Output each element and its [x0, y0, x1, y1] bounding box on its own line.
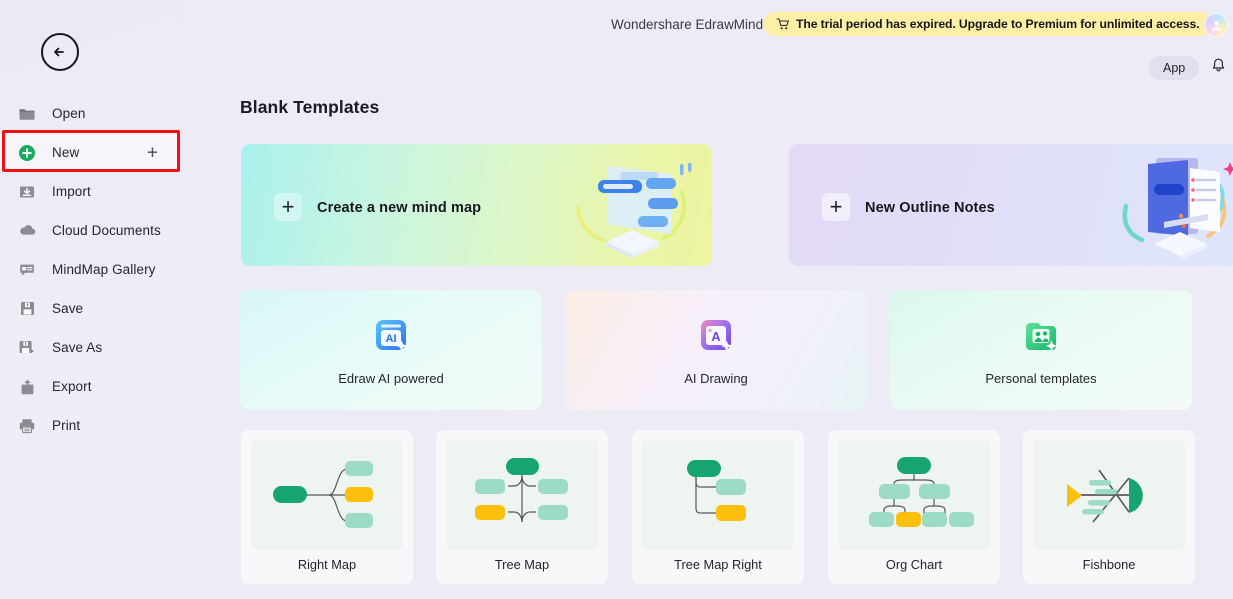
sidebar-item-cloud-documents[interactable]: Cloud Documents	[0, 211, 180, 250]
plus-icon: +	[274, 193, 302, 221]
plus-circle-icon	[17, 143, 37, 163]
printer-icon	[17, 416, 37, 436]
plus-icon: +	[822, 193, 850, 221]
sidebar-item-print[interactable]: Print	[0, 406, 180, 445]
template-card-org-chart[interactable]: Org Chart	[828, 430, 1000, 584]
sidebar-item-label: Save As	[52, 340, 103, 355]
outline-notes-illustration	[1104, 150, 1233, 262]
avatar[interactable]	[1204, 13, 1228, 37]
back-arrow-icon	[50, 42, 70, 62]
sidebar-nav-list: Open New + Import Cloud Documents MindMa…	[0, 94, 180, 445]
card-label: Create a new mind map	[317, 200, 482, 216]
right-map-thumb	[251, 440, 403, 550]
svg-text:AI: AI	[386, 333, 397, 345]
ai-drawing-card[interactable]: A AI Drawing	[565, 290, 867, 410]
save-disk-icon	[17, 299, 37, 319]
fishbone-thumb	[1033, 440, 1185, 550]
sidebar-item-save-as[interactable]: Save As	[0, 328, 180, 367]
page-title: Blank Templates	[240, 97, 380, 117]
bell-icon	[1210, 57, 1227, 79]
blank-templates-row: + Create a new mind map + New Outline No…	[240, 144, 1233, 266]
sidebar-item-open[interactable]: Open	[0, 94, 180, 133]
sidebar-item-label: MindMap Gallery	[52, 262, 156, 277]
sidebar-item-import[interactable]: Import	[0, 172, 180, 211]
back-button[interactable]	[41, 33, 79, 71]
sidebar: Open New + Import Cloud Documents MindMa…	[0, 0, 180, 599]
feature-cards-row: AI Edraw AI powered A AI Drawing Persona…	[240, 290, 1202, 410]
template-card-label: Org Chart	[885, 557, 943, 572]
top-bar: Wondershare EdrawMind The trial period h…	[180, 0, 1233, 92]
template-card-tree-map[interactable]: Tree Map	[436, 430, 608, 584]
sidebar-item-label: Open	[52, 106, 86, 121]
card-label: New Outline Notes	[865, 200, 995, 216]
template-card-label: Fishbone	[1082, 557, 1136, 572]
user-avatar-icon	[1204, 13, 1228, 37]
tree-map-right-thumb	[642, 440, 794, 550]
org-chart-thumb	[838, 440, 990, 550]
import-icon	[17, 182, 37, 202]
edraw-ai-powered-card[interactable]: AI Edraw AI powered	[240, 290, 542, 410]
export-upload-icon	[17, 377, 37, 397]
sidebar-item-label: Import	[52, 184, 91, 199]
template-card-label: Tree Map	[494, 557, 550, 572]
sidebar-item-label: Export	[52, 379, 92, 394]
personal-folder-icon	[1020, 315, 1062, 357]
gallery-chat-icon	[17, 260, 37, 280]
tree-map-thumb	[446, 440, 598, 550]
add-new-button[interactable]: +	[147, 143, 158, 162]
sidebar-item-label: Print	[52, 418, 81, 433]
mindmap-illustration	[560, 150, 700, 262]
sidebar-item-export[interactable]: Export	[0, 367, 180, 406]
shopping-cart-icon	[776, 17, 790, 31]
sidebar-item-save[interactable]: Save	[0, 289, 180, 328]
folder-icon	[17, 104, 37, 124]
feature-card-label: AI Drawing	[684, 370, 748, 386]
svg-text:A: A	[711, 329, 721, 344]
template-card-right-map[interactable]: Right Map	[241, 430, 413, 584]
save-as-disk-icon	[17, 338, 37, 358]
template-card-tree-map-right[interactable]: Tree Map Right	[632, 430, 804, 584]
ai-document-icon: AI	[370, 315, 412, 357]
template-card-label: Right Map	[297, 557, 357, 572]
notification-bell-button[interactable]	[1206, 56, 1230, 80]
sidebar-item-label: Cloud Documents	[52, 223, 161, 238]
app-title: Wondershare EdrawMind	[611, 17, 764, 32]
main-content: Blank Templates + Create a new mind map	[180, 92, 1233, 599]
sidebar-item-label: Save	[52, 301, 84, 316]
app-button[interactable]: App	[1149, 56, 1200, 80]
template-card-label: Tree Map Right	[674, 557, 762, 572]
trial-expired-banner[interactable]: The trial period has expired. Upgrade to…	[763, 12, 1213, 36]
sidebar-item-label: New	[52, 145, 80, 160]
new-outline-notes-card[interactable]: + New Outline Notes	[789, 144, 1233, 266]
diagram-templates-row: Right Map Tree Map Tree Map Right Org Ch…	[240, 430, 1202, 598]
personal-templates-card[interactable]: Personal templates	[890, 290, 1192, 410]
create-new-mind-map-card[interactable]: + Create a new mind map	[241, 144, 712, 266]
feature-card-label: Personal templates	[985, 370, 1097, 386]
cloud-icon	[17, 221, 37, 241]
ai-drawing-icon: A	[695, 315, 737, 357]
feature-card-label: Edraw AI powered	[338, 370, 444, 386]
sidebar-item-mindmap-gallery[interactable]: MindMap Gallery	[0, 250, 180, 289]
trial-banner-text: The trial period has expired. Upgrade to…	[796, 17, 1200, 31]
template-card-fishbone[interactable]: Fishbone	[1023, 430, 1195, 584]
sidebar-item-new[interactable]: New +	[0, 133, 180, 172]
